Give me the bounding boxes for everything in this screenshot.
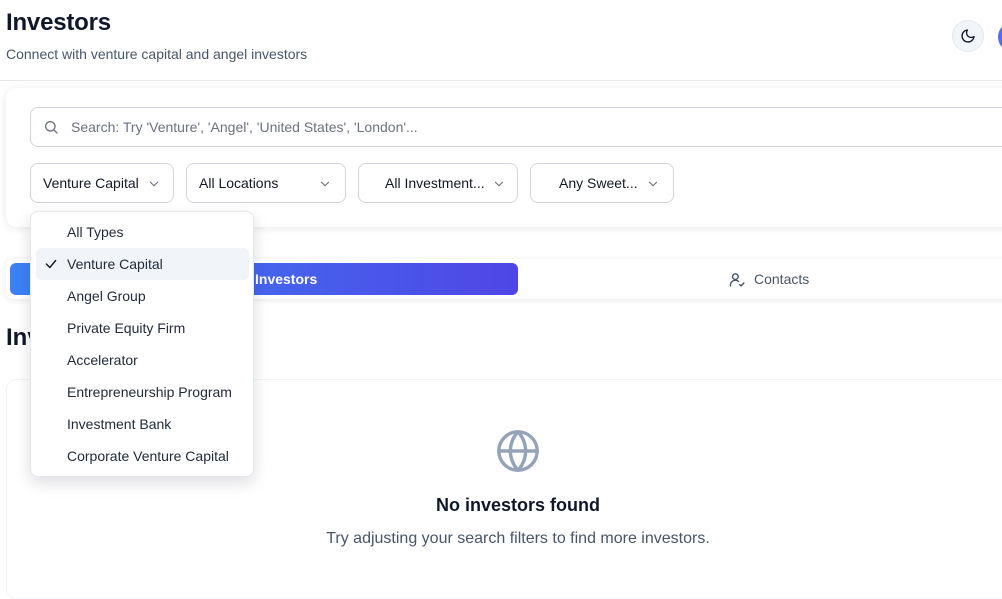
dropdown-item-entrepreneurship-program[interactable]: Entrepreneurship Program xyxy=(36,376,249,408)
sweet-spot-filter-select[interactable]: Any Sweet... xyxy=(530,163,674,203)
dropdown-item-label: Private Equity Firm xyxy=(67,320,186,336)
dropdown-item-accelerator[interactable]: Accelerator xyxy=(36,344,249,376)
dropdown-item-venture-capital[interactable]: Venture Capital xyxy=(36,248,249,280)
location-filter-value: All Locations xyxy=(199,175,279,191)
dropdown-item-label: Corporate Venture Capital xyxy=(67,448,229,464)
dropdown-item-all-types[interactable]: All Types xyxy=(36,216,249,248)
page-header: Investors Connect with venture capital a… xyxy=(0,0,1002,81)
empty-state-description: Try adjusting your search filters to fin… xyxy=(326,530,710,547)
chevron-down-icon xyxy=(320,181,330,187)
search-icon xyxy=(45,121,58,134)
page-title: Investors xyxy=(6,9,111,36)
dropdown-item-label: Venture Capital xyxy=(67,256,163,272)
page-subtitle: Connect with venture capital and angel i… xyxy=(6,46,308,62)
dropdown-item-label: Angel Group xyxy=(67,288,146,304)
theme-toggle-button[interactable] xyxy=(952,20,984,52)
moon-icon xyxy=(961,29,975,43)
type-dropdown-menu: All Types Venture Capital Angel Group Pr… xyxy=(30,211,254,477)
sweet-spot-filter-value: Any Sweet... xyxy=(559,175,638,191)
tab-contacts-label: Contacts xyxy=(754,271,810,287)
search-input[interactable] xyxy=(71,108,1001,146)
check-icon xyxy=(45,259,57,269)
dropdown-item-angel-group[interactable]: Angel Group xyxy=(36,280,249,312)
avatar[interactable] xyxy=(998,22,1002,52)
globe-icon xyxy=(497,430,539,472)
location-filter-select[interactable]: All Locations xyxy=(186,163,346,203)
dropdown-item-corporate-venture-capital[interactable]: Corporate Venture Capital xyxy=(36,440,249,472)
dropdown-item-label: Accelerator xyxy=(67,352,138,368)
search-box[interactable] xyxy=(30,107,1002,147)
investment-filter-value: All Investment... xyxy=(385,175,485,191)
dropdown-item-label: All Types xyxy=(67,224,124,240)
user-check-icon xyxy=(729,273,745,287)
empty-state-title: No investors found xyxy=(435,495,600,515)
tab-investors-label: Investors xyxy=(255,271,318,287)
chevron-down-icon xyxy=(494,181,504,187)
type-filter-select[interactable]: Venture Capital xyxy=(30,163,174,203)
dropdown-item-private-equity-firm[interactable]: Private Equity Firm xyxy=(36,312,249,344)
investment-filter-select[interactable]: All Investment... xyxy=(358,163,518,203)
dropdown-item-label: Entrepreneurship Program xyxy=(67,384,232,400)
type-filter-value: Venture Capital xyxy=(43,175,139,191)
dropdown-item-label: Investment Bank xyxy=(67,416,172,432)
chevron-down-icon xyxy=(149,181,159,187)
dropdown-item-investment-bank[interactable]: Investment Bank xyxy=(36,408,249,440)
tab-contacts[interactable]: Contacts xyxy=(518,263,1002,295)
chevron-down-icon xyxy=(648,181,658,187)
